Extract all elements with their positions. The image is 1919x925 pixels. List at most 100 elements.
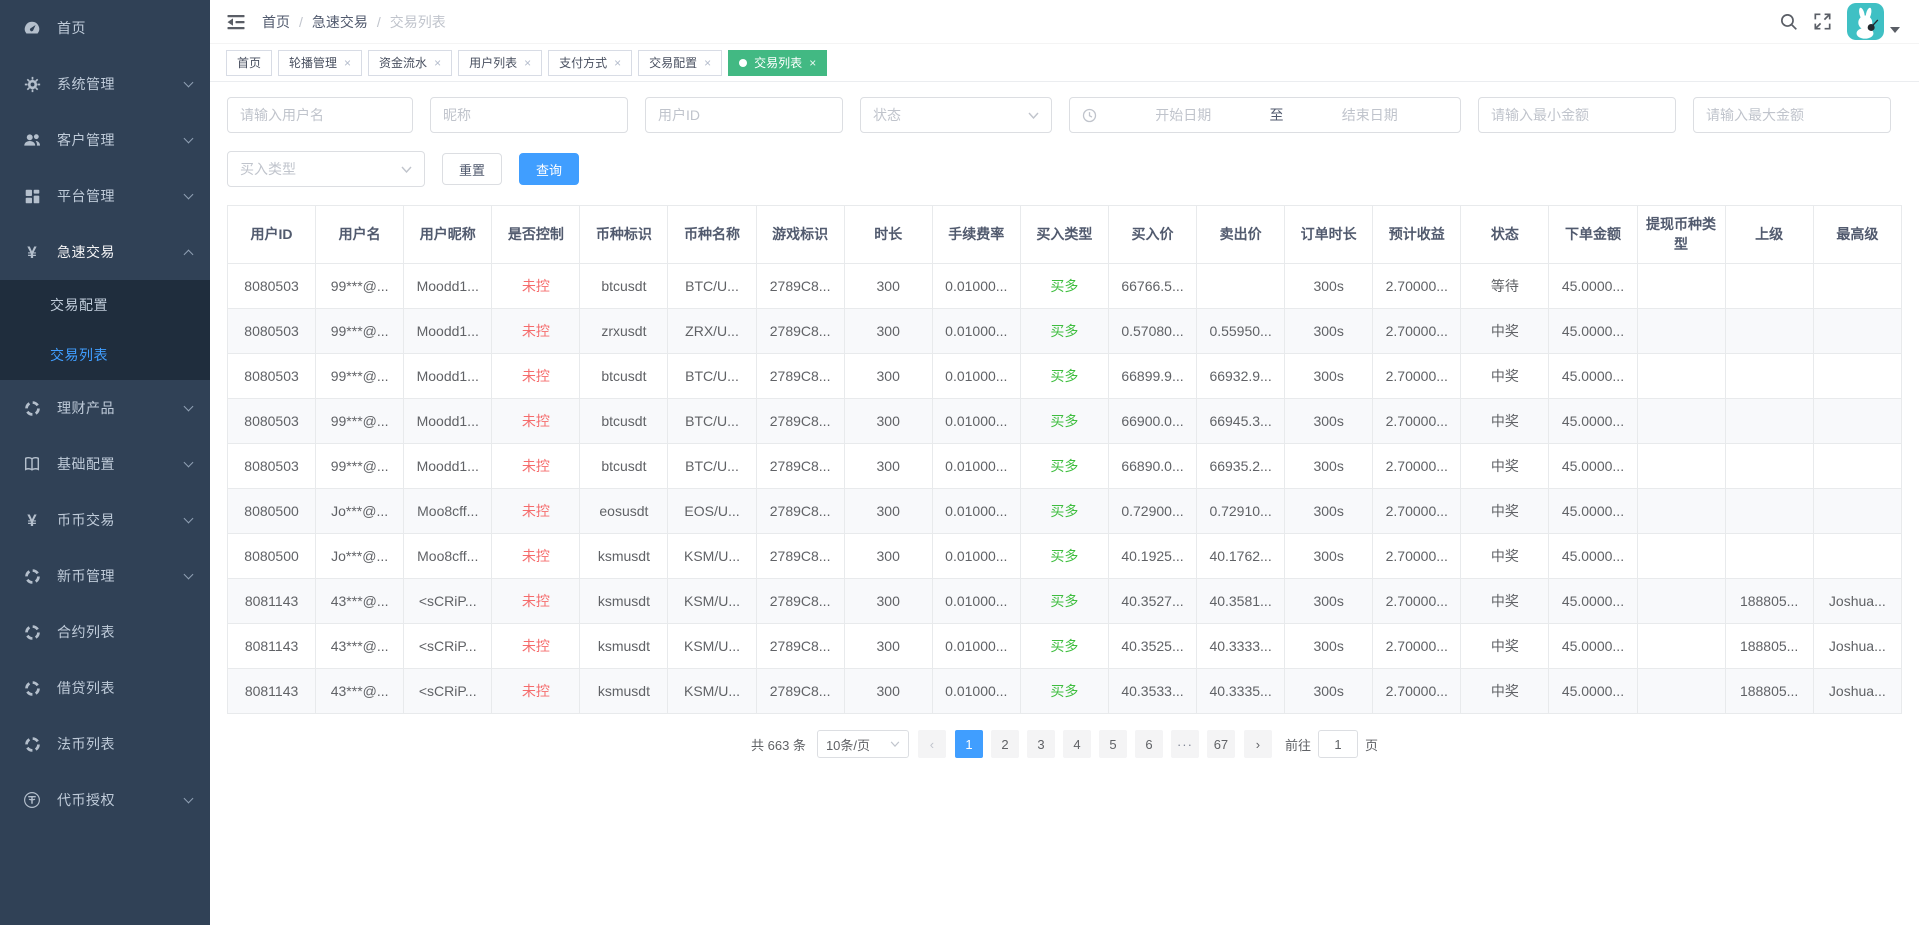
goto-page-input[interactable] xyxy=(1318,730,1358,758)
nickname-input[interactable] xyxy=(430,97,628,133)
breadcrumb-current: 交易列表 xyxy=(390,12,446,32)
tab-close-icon[interactable]: × xyxy=(809,57,816,69)
tab-close-icon[interactable]: × xyxy=(434,57,441,69)
page-button[interactable]: 5 xyxy=(1099,730,1127,758)
main-area: 首页 / 急速交易 / 交易列表 xyxy=(210,0,1919,925)
table-cell: 300 xyxy=(844,534,932,579)
table-cell: <sCRiP... xyxy=(404,624,492,669)
sidebar-collapse-icon[interactable] xyxy=(226,12,246,32)
table-cell: 300 xyxy=(844,444,932,489)
table-cell: 买多 xyxy=(1020,309,1108,354)
table-cell: 40.3333... xyxy=(1197,624,1285,669)
date-range-picker[interactable]: 开始日期 至 结束日期 xyxy=(1069,97,1461,133)
table-cell: 买多 xyxy=(1020,534,1108,579)
max-amount-input[interactable] xyxy=(1693,97,1891,133)
sidebar-item-finance[interactable]: 理财产品 xyxy=(0,380,210,436)
page-button[interactable]: 1 xyxy=(955,730,983,758)
table-cell: 未控 xyxy=(492,264,580,309)
tab-label: 轮播管理 xyxy=(289,54,337,71)
table-cell: 2.70000... xyxy=(1373,669,1461,714)
table-cell: EOS/U... xyxy=(668,489,756,534)
sidebar-subitem-trade-list[interactable]: 交易列表 xyxy=(0,330,210,380)
column-header: 卖出价 xyxy=(1197,206,1285,264)
date-end-placeholder[interactable]: 结束日期 xyxy=(1292,105,1449,125)
tab-item[interactable]: 资金流水× xyxy=(368,50,452,76)
tab-item[interactable]: 首页 xyxy=(226,50,272,76)
status-select[interactable]: 状态 xyxy=(860,97,1052,133)
table-cell xyxy=(1813,489,1901,534)
tab-item[interactable]: 交易配置× xyxy=(638,50,722,76)
prev-page-button[interactable]: ‹ xyxy=(918,730,946,758)
table-cell: 0.01000... xyxy=(932,309,1020,354)
table-cell: 300 xyxy=(844,309,932,354)
table-cell: ZRX/U... xyxy=(668,309,756,354)
table-cell: Joshua... xyxy=(1813,624,1901,669)
sidebar-item-fiat-list[interactable]: 法币列表 xyxy=(0,716,210,772)
more-pages-button[interactable]: ··· xyxy=(1171,730,1199,758)
tab-active[interactable]: 交易列表× xyxy=(728,50,827,76)
page-button[interactable]: 67 xyxy=(1207,730,1235,758)
username-input[interactable] xyxy=(227,97,413,133)
chevron-up-icon xyxy=(184,249,194,259)
breadcrumb-express-trade[interactable]: 急速交易 xyxy=(312,12,368,32)
table-cell: 40.3335... xyxy=(1197,669,1285,714)
sidebar-item-home[interactable]: 首页 xyxy=(0,0,210,56)
table-cell: 买多 xyxy=(1020,264,1108,309)
chevron-down-icon xyxy=(184,458,194,468)
sidebar-item-coin-trade[interactable]: ¥币币交易 xyxy=(0,492,210,548)
column-header: 用户ID xyxy=(228,206,316,264)
sidebar-item-token-auth[interactable]: 代币授权 xyxy=(0,772,210,828)
date-start-placeholder[interactable]: 开始日期 xyxy=(1105,105,1262,125)
page-button[interactable]: 6 xyxy=(1135,730,1163,758)
page-button[interactable]: 4 xyxy=(1063,730,1091,758)
tab-item[interactable]: 轮播管理 × xyxy=(278,50,362,76)
sidebar-subitem-trade-config[interactable]: 交易配置 xyxy=(0,280,210,330)
table-cell: 40.1925... xyxy=(1108,534,1196,579)
caret-down-icon[interactable] xyxy=(1890,20,1900,40)
userid-input[interactable] xyxy=(645,97,843,133)
table-cell: 买多 xyxy=(1020,354,1108,399)
table-cell: Joshua... xyxy=(1813,669,1901,714)
tab-close-icon[interactable]: × xyxy=(704,57,711,69)
sidebar-item-contract-list[interactable]: 合约列表 xyxy=(0,604,210,660)
table-row: 808050399***@...Moodd1...未控zrxusdtZRX/U.… xyxy=(228,309,1902,354)
page-button[interactable]: 2 xyxy=(991,730,1019,758)
tab-close-icon[interactable]: × xyxy=(344,57,351,69)
search-icon[interactable] xyxy=(1779,12,1798,31)
sidebar-item-platform[interactable]: 平台管理 xyxy=(0,168,210,224)
sidebar-item-new-coin[interactable]: 新币管理 xyxy=(0,548,210,604)
buy-type-select[interactable]: 买入类型 xyxy=(227,151,425,187)
search-button[interactable]: 查询 xyxy=(519,153,579,185)
breadcrumb-home[interactable]: 首页 xyxy=(262,12,290,32)
sidebar-item-basic-config[interactable]: 基础配置 xyxy=(0,436,210,492)
table-cell: 66766.5... xyxy=(1108,264,1196,309)
tab-close-icon[interactable]: × xyxy=(614,57,621,69)
table-cell xyxy=(1813,354,1901,399)
tab-item[interactable]: 支付方式× xyxy=(548,50,632,76)
table-row: 808050399***@...Moodd1...未控btcusdtBTC/U.… xyxy=(228,399,1902,444)
chevron-down-icon xyxy=(401,166,412,173)
min-amount-input[interactable] xyxy=(1478,97,1676,133)
clock-icon xyxy=(1082,108,1097,123)
avatar[interactable] xyxy=(1847,3,1884,40)
page-size-select[interactable]: 10条/页 xyxy=(817,730,909,758)
total-count-label: 共 663 条 xyxy=(751,735,806,754)
submenu-express-trade: 交易配置交易列表 xyxy=(0,280,210,380)
table-cell xyxy=(1637,489,1725,534)
sidebar-item-system[interactable]: 系统管理 xyxy=(0,56,210,112)
sidebar-item-express-trade[interactable]: ¥急速交易 xyxy=(0,224,210,280)
table-cell: 未控 xyxy=(492,534,580,579)
reset-button[interactable]: 重置 xyxy=(442,153,502,185)
table-cell: 300 xyxy=(844,489,932,534)
sidebar-item-customer[interactable]: 客户管理 xyxy=(0,112,210,168)
user-menu[interactable] xyxy=(1847,3,1900,40)
sidebar-item-loan-list[interactable]: 借贷列表 xyxy=(0,660,210,716)
fullscreen-icon[interactable] xyxy=(1813,12,1832,31)
tab-item[interactable]: 用户列表× xyxy=(458,50,542,76)
next-page-button[interactable]: › xyxy=(1244,730,1272,758)
tab-close-icon[interactable]: × xyxy=(524,57,531,69)
table-cell: 43***@... xyxy=(316,579,404,624)
goto-label: 前往 xyxy=(1285,735,1311,754)
table-cell: Jo***@... xyxy=(316,534,404,579)
page-button[interactable]: 3 xyxy=(1027,730,1055,758)
